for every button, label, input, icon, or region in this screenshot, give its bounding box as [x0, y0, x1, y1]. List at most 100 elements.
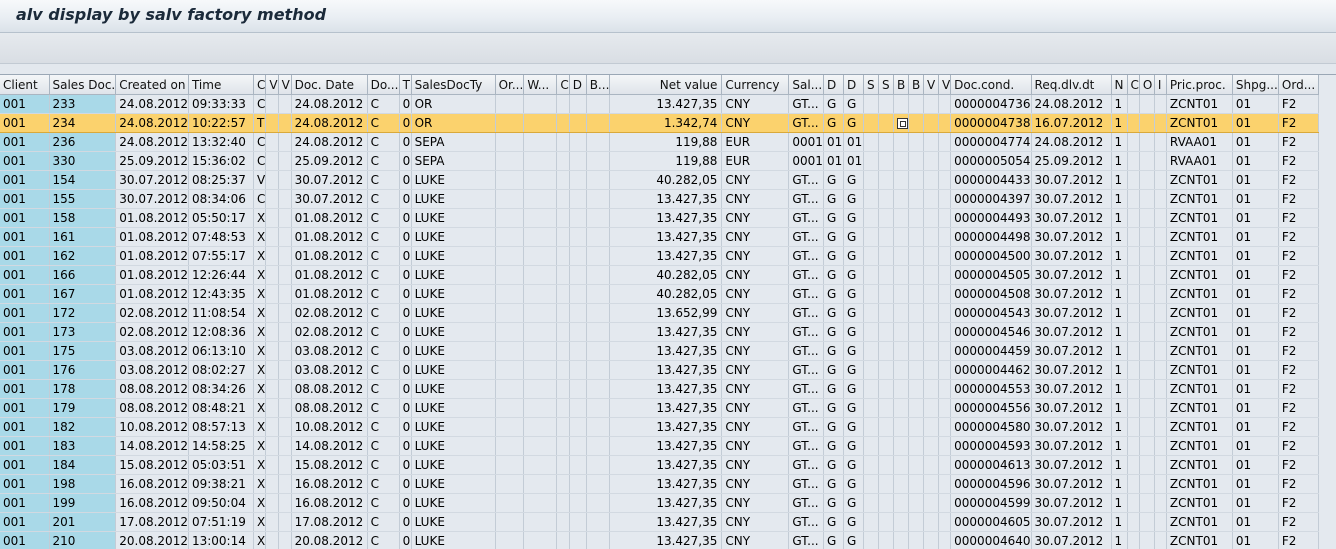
table-cell[interactable]	[1154, 418, 1166, 437]
table-cell[interactable]: 13.427,35	[610, 513, 722, 532]
table-cell[interactable]: 24.08.2012	[1031, 95, 1111, 114]
table-cell[interactable]: F2	[1278, 95, 1318, 114]
table-cell[interactable]: 183	[49, 437, 116, 456]
table-cell[interactable]: CNY	[722, 361, 789, 380]
table-cell[interactable]: ZCNT01	[1166, 190, 1232, 209]
table-cell[interactable]: 233	[49, 95, 116, 114]
table-cell[interactable]	[569, 285, 586, 304]
table-cell[interactable]: 1	[1111, 304, 1127, 323]
table-cell[interactable]	[908, 494, 923, 513]
table-cell[interactable]	[557, 361, 569, 380]
table-cell[interactable]: G	[823, 532, 843, 549]
table-cell[interactable]: OR	[411, 95, 495, 114]
table-cell[interactable]	[278, 152, 291, 171]
table-cell[interactable]	[1139, 95, 1154, 114]
table-cell[interactable]: GT...	[789, 190, 824, 209]
column-header[interactable]: S	[878, 75, 893, 95]
table-cell[interactable]: 02.08.2012	[116, 323, 189, 342]
table-cell[interactable]: G	[823, 114, 843, 133]
table-cell[interactable]: 30.07.2012	[1031, 323, 1111, 342]
table-cell[interactable]: 03.08.2012	[291, 361, 367, 380]
column-header[interactable]: W...	[524, 75, 557, 95]
table-cell[interactable]: 1	[1111, 95, 1127, 114]
table-cell[interactable]	[1127, 437, 1139, 456]
table-cell[interactable]	[1154, 304, 1166, 323]
table-cell[interactable]	[1154, 114, 1166, 133]
table-cell[interactable]: 01	[843, 152, 863, 171]
table-cell[interactable]	[569, 456, 586, 475]
table-cell[interactable]: 10.08.2012	[116, 418, 189, 437]
table-cell[interactable]	[569, 399, 586, 418]
table-cell[interactable]: G	[823, 247, 843, 266]
table-cell[interactable]	[863, 494, 878, 513]
table-cell[interactable]: 0	[399, 342, 411, 361]
table-cell[interactable]: 001	[0, 266, 49, 285]
table-cell[interactable]	[524, 513, 557, 532]
table-cell[interactable]: G	[823, 475, 843, 494]
table-cell[interactable]	[893, 361, 908, 380]
table-cell[interactable]	[908, 95, 923, 114]
table-cell[interactable]: ZCNT01	[1166, 475, 1232, 494]
table-cell[interactable]: 30.07.2012	[1031, 171, 1111, 190]
table-cell[interactable]: 08:48:21	[188, 399, 253, 418]
table-cell[interactable]	[938, 228, 950, 247]
table-cell[interactable]: 0	[399, 456, 411, 475]
table-cell[interactable]	[557, 399, 569, 418]
table-cell[interactable]: X	[253, 513, 265, 532]
table-cell[interactable]	[923, 247, 938, 266]
table-cell[interactable]	[569, 133, 586, 152]
table-cell[interactable]	[1127, 399, 1139, 418]
table-cell[interactable]: 13.427,35	[610, 323, 722, 342]
table-cell[interactable]	[266, 209, 278, 228]
table-cell[interactable]: 30.07.2012	[116, 190, 189, 209]
table-cell[interactable]: 001	[0, 513, 49, 532]
table-cell[interactable]	[524, 285, 557, 304]
table-cell[interactable]	[266, 437, 278, 456]
table-cell[interactable]: 30.07.2012	[1031, 437, 1111, 456]
table-cell[interactable]: 25.09.2012	[116, 152, 189, 171]
table-cell[interactable]	[893, 190, 908, 209]
table-cell[interactable]	[557, 133, 569, 152]
table-cell[interactable]: GT...	[789, 266, 824, 285]
table-cell[interactable]	[908, 342, 923, 361]
table-row[interactable]: 00118210.08.201208:57:13X10.08.2012C0LUK…	[0, 418, 1318, 437]
table-cell[interactable]	[569, 304, 586, 323]
table-cell[interactable]	[524, 418, 557, 437]
table-cell[interactable]: 01	[1232, 95, 1278, 114]
table-cell[interactable]	[278, 380, 291, 399]
table-cell[interactable]: 10.08.2012	[291, 418, 367, 437]
table-cell[interactable]	[863, 133, 878, 152]
column-header[interactable]: T	[399, 75, 411, 95]
table-cell[interactable]	[938, 399, 950, 418]
table-cell[interactable]: 20.08.2012	[291, 532, 367, 549]
table-cell[interactable]	[878, 342, 893, 361]
table-cell[interactable]	[863, 171, 878, 190]
table-cell[interactable]: 0	[399, 285, 411, 304]
table-cell[interactable]	[1154, 266, 1166, 285]
table-cell[interactable]: LUKE	[411, 342, 495, 361]
table-cell[interactable]: GT...	[789, 361, 824, 380]
table-cell[interactable]	[495, 456, 524, 475]
table-cell[interactable]: CNY	[722, 494, 789, 513]
table-cell[interactable]	[938, 114, 950, 133]
table-cell[interactable]: C	[253, 133, 265, 152]
table-cell[interactable]: 182	[49, 418, 116, 437]
table-cell[interactable]	[1154, 209, 1166, 228]
table-cell[interactable]: 13.427,35	[610, 190, 722, 209]
table-cell[interactable]	[1127, 228, 1139, 247]
table-cell[interactable]: C	[367, 285, 399, 304]
table-cell[interactable]	[495, 209, 524, 228]
table-cell[interactable]: 179	[49, 399, 116, 418]
table-cell[interactable]: G	[843, 380, 863, 399]
table-cell[interactable]: CNY	[722, 171, 789, 190]
table-cell[interactable]: 01	[1232, 380, 1278, 399]
table-cell[interactable]: 0	[399, 114, 411, 133]
table-cell[interactable]	[524, 342, 557, 361]
table-cell[interactable]	[878, 133, 893, 152]
table-cell[interactable]	[569, 228, 586, 247]
table-cell[interactable]: 24.08.2012	[116, 95, 189, 114]
table-cell[interactable]	[266, 380, 278, 399]
table-cell[interactable]	[1139, 228, 1154, 247]
table-cell[interactable]: ZCNT01	[1166, 437, 1232, 456]
table-cell[interactable]	[878, 190, 893, 209]
